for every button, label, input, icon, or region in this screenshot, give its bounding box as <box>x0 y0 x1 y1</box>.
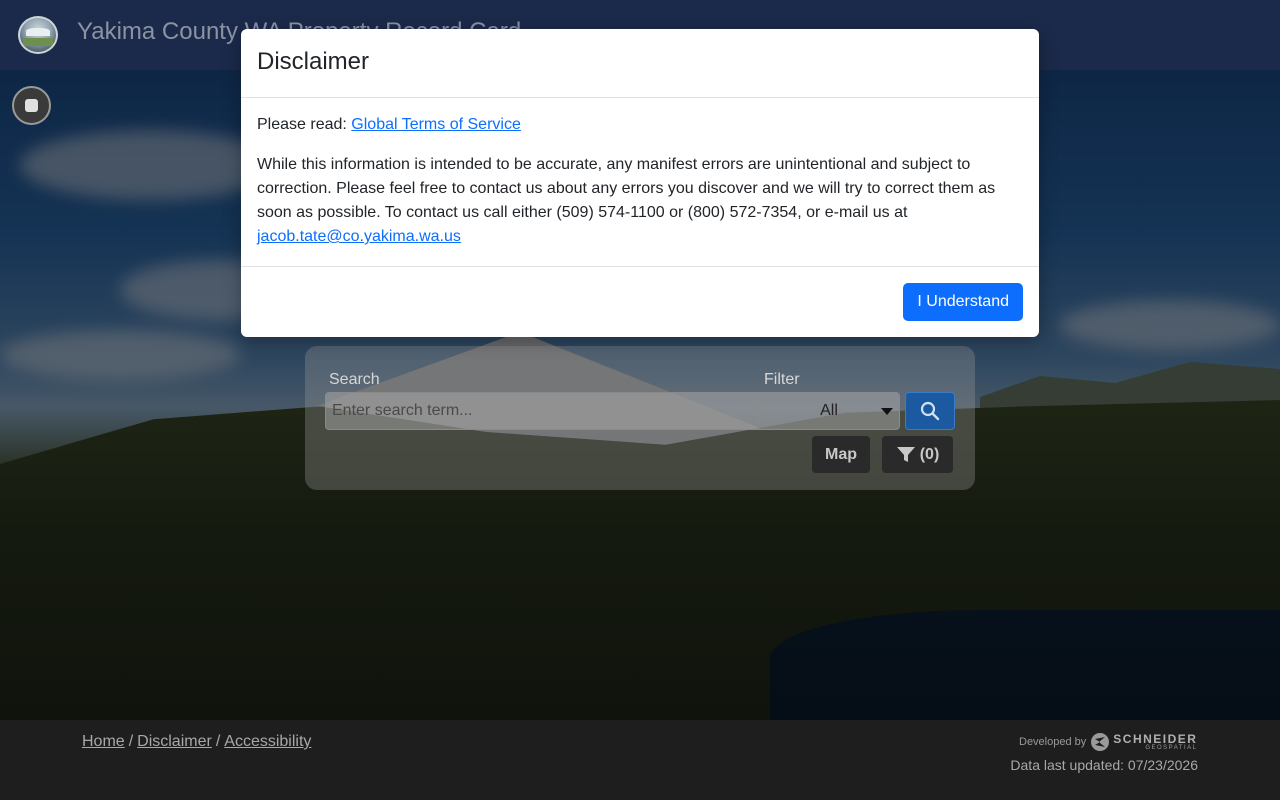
filter-select[interactable]: All <box>758 392 900 430</box>
filter-button[interactable]: (0) <box>882 436 953 473</box>
modal-body: Please read: Global Terms of Service Whi… <box>241 98 1039 267</box>
data-last-updated: Data last updated: 07/23/2026 <box>1010 757 1198 773</box>
please-read-label: Please read: <box>257 116 347 133</box>
footer-separator: / <box>215 733 221 750</box>
footer-link-accessibility[interactable]: Accessibility <box>224 733 311 750</box>
modal-header: Disclaimer <box>241 29 1039 98</box>
funnel-icon <box>896 446 915 462</box>
stop-button[interactable] <box>12 86 51 125</box>
disclaimer-text: While this information is intended to be… <box>257 156 996 221</box>
footer-link-home[interactable]: Home <box>82 733 125 750</box>
search-input[interactable] <box>325 392 758 430</box>
i-understand-button[interactable]: I Understand <box>903 283 1023 321</box>
search-icon <box>920 401 940 421</box>
footer-links: Home / Disclaimer / Accessibility <box>82 733 311 751</box>
search-panel: Search Filter All Map (0) <box>305 346 975 490</box>
terms-of-service-link[interactable]: Global Terms of Service <box>351 116 521 133</box>
schneider-logo-icon <box>1091 733 1110 751</box>
footer-separator: / <box>128 733 134 750</box>
caret-down-icon <box>881 408 893 415</box>
footer: Home / Disclaimer / Accessibility Developed … <box>0 720 1280 800</box>
developed-by[interactable]: Developed by SCHNEIDER GEOSPATIAL <box>1019 732 1197 752</box>
brand-name: SCHNEIDER <box>1113 732 1198 746</box>
filter-count: (0) <box>919 445 940 463</box>
please-read-paragraph: Please read: Global Terms of Service <box>257 113 1023 137</box>
search-button[interactable] <box>905 392 955 430</box>
disclaimer-paragraph: While this information is intended to be… <box>257 153 1023 249</box>
map-button[interactable]: Map <box>812 436 870 473</box>
schneider-logo: SCHNEIDER GEOSPATIAL <box>1090 732 1197 752</box>
developed-by-label: Developed by <box>1019 736 1087 748</box>
county-seal-logo[interactable] <box>18 16 58 54</box>
modal-footer: I Understand <box>241 267 1039 337</box>
stop-icon <box>25 99 38 112</box>
footer-link-disclaimer[interactable]: Disclaimer <box>137 733 212 750</box>
filter-label: Filter <box>764 371 800 388</box>
brand-sub: GEOSPATIAL <box>1145 745 1198 751</box>
contact-email-link[interactable]: jacob.tate@co.yakima.wa.us <box>257 228 461 245</box>
filter-selected-value: All <box>820 402 838 419</box>
modal-title: Disclaimer <box>257 48 370 75</box>
disclaimer-modal: Disclaimer Please read: Global Terms of … <box>241 29 1039 337</box>
search-label: Search <box>329 371 380 388</box>
